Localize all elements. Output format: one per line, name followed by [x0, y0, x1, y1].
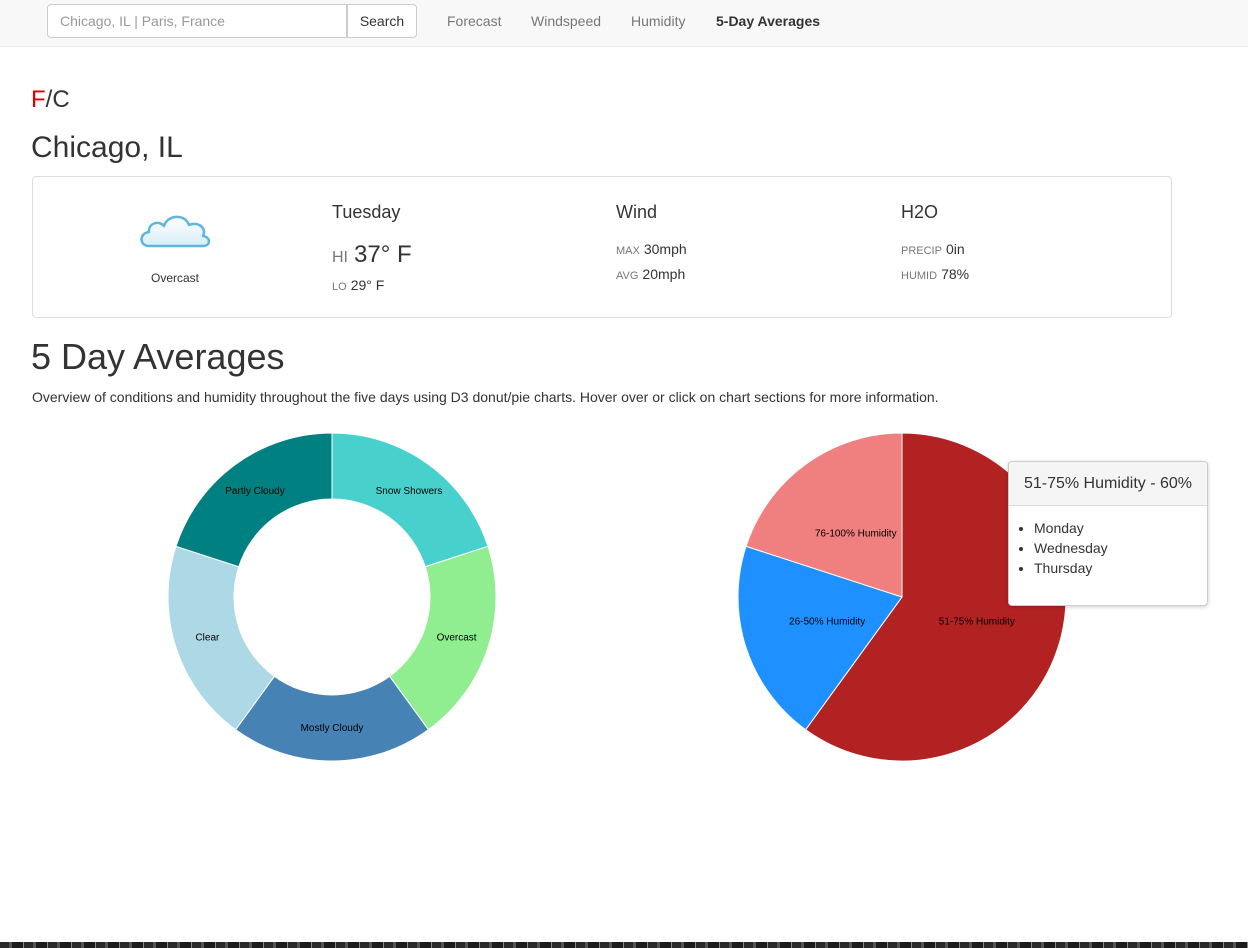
lo-label: LO [332, 281, 347, 293]
slice-label-26-50-humidity: 26-50% Humidity [789, 616, 865, 627]
wind-column: Wind MAX 30mph AVG 20mph [616, 201, 876, 282]
averages-title: 5 Day Averages [31, 336, 285, 377]
slice-label-76-100-humidity: 76-100% Humidity [815, 528, 897, 539]
precip-value: 0in [945, 241, 965, 257]
slice-label-snow-showers: Snow Showers [376, 486, 443, 497]
tooltip-title: 51-75% Humidity - 60% [1009, 462, 1207, 506]
chart-tooltip: 51-75% Humidity - 60% Monday Wednesday T… [1008, 461, 1208, 606]
navbar: Search Forecast Windspeed Humidity 5-Day… [0, 0, 1248, 47]
h2o-title: H2O [901, 202, 939, 222]
slice-partly-cloudy[interactable] [175, 432, 333, 568]
precip-label: PRECIP [901, 245, 942, 257]
nav-link-forecast[interactable]: Forecast [447, 13, 501, 29]
high-temperature: HI 37° F [332, 241, 412, 269]
fahrenheit-toggle[interactable]: F [31, 86, 46, 113]
humid-value: 78% [941, 266, 970, 282]
hi-label: HI [332, 249, 348, 266]
averages-description: Overview of conditions and humidity thro… [32, 389, 939, 405]
h2o-column: H2O PRECIP 0in HUMID 78% [901, 201, 1161, 282]
slice-label-partly-cloudy: Partly Cloudy [225, 486, 284, 497]
hi-value: 37° F [354, 241, 412, 268]
current-weather-panel: Overcast Tuesday HI 37° F LO 29° F Wind MA… [32, 176, 1172, 318]
slice-label-51-75-humidity: 51-75% Humidity [939, 616, 1015, 627]
lo-value: 29° F [350, 277, 385, 293]
celsius-toggle[interactable]: C [52, 86, 69, 113]
unit-toggle: F/C [31, 86, 70, 114]
bottom-edge-strip [0, 942, 1248, 948]
wind-max: MAX 30mph [616, 241, 687, 257]
slice-label-mostly-cloudy: Mostly Cloudy [301, 723, 364, 734]
cloud-icon [140, 215, 211, 248]
wind-title: Wind [616, 202, 658, 222]
tooltip-day: Wednesday [1034, 538, 1207, 558]
wind-avg-value: 20mph [642, 266, 686, 282]
condition-label: Overcast [150, 271, 199, 285]
search-button[interactable]: Search [347, 4, 417, 38]
slice-label-clear: Clear [195, 632, 220, 643]
precip-row: PRECIP 0in [901, 241, 965, 257]
day-temperature-column: Tuesday HI 37° F LO 29° F [332, 201, 592, 293]
nav-link-5-day-averages[interactable]: 5-Day Averages [716, 13, 820, 29]
wind-avg-label: AVG [616, 270, 639, 282]
slice-label-overcast: Overcast [437, 632, 477, 643]
low-temperature: LO 29° F [332, 277, 384, 293]
humid-label: HUMID [901, 270, 938, 282]
nav-link-humidity[interactable]: Humidity [631, 13, 685, 29]
wind-max-label: MAX [616, 245, 640, 257]
city-title: Chicago, IL [31, 131, 183, 164]
humidity-row: HUMID 78% [901, 266, 969, 282]
wind-max-value: 30mph [643, 241, 687, 257]
tooltip-day-list: Monday Wednesday Thursday [1009, 518, 1207, 578]
nav-link-windspeed[interactable]: Windspeed [531, 13, 601, 29]
tooltip-day: Monday [1034, 518, 1207, 538]
tooltip-day: Thursday [1034, 558, 1207, 578]
wind-avg: AVG 20mph [616, 266, 685, 282]
slice-snow-showers[interactable] [331, 432, 489, 568]
search-input[interactable] [47, 4, 347, 38]
conditions-donut-chart: Snow Showers Overcast Mostly Cloudy Clear Pa… [167, 432, 497, 762]
day-label: Tuesday [332, 202, 401, 222]
